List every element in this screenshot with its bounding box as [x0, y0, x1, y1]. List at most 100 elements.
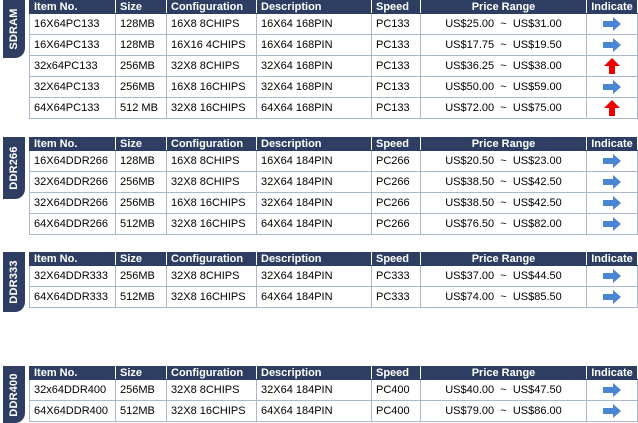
- arrow-right-icon[interactable]: [602, 38, 622, 52]
- section-tab: DDR333: [3, 252, 25, 312]
- cell-item: 64X64DDR400: [29, 400, 116, 422]
- cell-speed: PC400: [371, 400, 421, 422]
- arrow-right-icon[interactable]: [602, 404, 622, 418]
- cell-config: 32X8 16CHIPS: [166, 286, 257, 308]
- price-low: US$74.00: [445, 291, 495, 303]
- price-high: US$42.50: [512, 176, 562, 188]
- header-size: Size: [115, 366, 167, 380]
- arrow-right-icon[interactable]: [602, 175, 622, 189]
- header-desc: Description: [256, 137, 372, 151]
- price-low: US$20.50: [445, 155, 495, 167]
- cell-indicate[interactable]: [586, 55, 638, 77]
- cell-item: 16X64PC133: [29, 13, 116, 35]
- section-tab: SDRAM: [3, 0, 25, 58]
- price-table: Item No. Size Configuration Description …: [29, 137, 638, 235]
- cell-desc: 64X64 168PIN: [256, 97, 372, 119]
- arrow-right-icon[interactable]: [602, 154, 622, 168]
- cell-item: 64X64DDR266: [29, 213, 116, 235]
- table-row: 64X64DDR333 512MB 32X8 16CHIPS 64X64 184PIN…: [29, 286, 638, 308]
- cell-config: 32X8 8CHIPS: [166, 379, 257, 401]
- header-indicate: Indicate: [586, 137, 638, 151]
- cell-desc: 32X64 184PIN: [256, 379, 372, 401]
- cell-item: 32x64PC133: [29, 55, 116, 77]
- price-high: US$19.50: [512, 39, 562, 51]
- cell-size: 512MB: [115, 213, 167, 235]
- price-high: US$85.50: [512, 291, 562, 303]
- price-low: US$36.25: [445, 60, 495, 72]
- cell-indicate[interactable]: [586, 400, 638, 422]
- price-high: US$44.50: [512, 270, 562, 282]
- cell-indicate[interactable]: [586, 171, 638, 193]
- cell-indicate[interactable]: [586, 150, 638, 172]
- cell-speed: PC133: [371, 55, 421, 77]
- cell-item: 32X64DDR266: [29, 171, 116, 193]
- table-row: 64X64PC133 512 MB 32X8 16CHIPS 64X64 168PIN…: [29, 97, 638, 119]
- cell-size: 512MB: [115, 286, 167, 308]
- arrow-right-icon[interactable]: [602, 80, 622, 94]
- cell-item: 32X64PC133: [29, 76, 116, 98]
- cell-indicate[interactable]: [586, 213, 638, 235]
- arrow-right-icon[interactable]: [602, 383, 622, 397]
- price-low: US$50.00: [445, 81, 495, 93]
- cell-indicate[interactable]: [586, 13, 638, 35]
- arrow-right-icon[interactable]: [602, 17, 622, 31]
- section-label: DDR333: [8, 260, 20, 304]
- cell-price: US$50.00 ~ US$59.00: [420, 76, 587, 98]
- header-speed: Speed: [371, 0, 421, 14]
- price-table: Item No. Size Configuration Description …: [29, 252, 638, 308]
- cell-price: US$36.25 ~ US$38.00: [420, 55, 587, 77]
- cell-indicate[interactable]: [586, 76, 638, 98]
- arrow-right-icon[interactable]: [602, 290, 622, 304]
- cell-item: 64X64DDR333: [29, 286, 116, 308]
- arrow-right-icon[interactable]: [602, 269, 622, 283]
- cell-indicate[interactable]: [586, 379, 638, 401]
- header-price: Price Range: [420, 252, 587, 266]
- arrow-right-icon[interactable]: [602, 196, 622, 210]
- cell-price: US$37.00 ~ US$44.50: [420, 265, 587, 287]
- cell-indicate[interactable]: [586, 192, 638, 214]
- price-high: US$86.00: [512, 405, 562, 417]
- table-row: 16X64PC133 128MB 16X16 4CHIPS 16X64 168PIN P…: [29, 34, 638, 56]
- cell-indicate[interactable]: [586, 286, 638, 308]
- table-row: 32X64PC133 256MB 16X8 16CHIPS 32X64 168PIN P…: [29, 76, 638, 98]
- section-label: DDR400: [8, 372, 20, 417]
- header-speed: Speed: [371, 137, 421, 151]
- cell-size: 128MB: [115, 34, 167, 56]
- cell-price: US$79.00 ~ US$86.00: [420, 400, 587, 422]
- cell-size: 512 MB: [115, 97, 167, 119]
- table-row: 16X64PC133 128MB 16X8 8CHIPS 16X64 168PIN PC…: [29, 13, 638, 35]
- cell-size: 256MB: [115, 379, 167, 401]
- cell-size: 512MB: [115, 400, 167, 422]
- header-config: Configuration: [166, 252, 257, 266]
- header-indicate: Indicate: [586, 366, 638, 380]
- cell-config: 32X8 8CHIPS: [166, 265, 257, 287]
- cell-config: 16X8 16CHIPS: [166, 192, 257, 214]
- price-high: US$38.00: [512, 60, 562, 72]
- arrow-up-icon[interactable]: [603, 58, 621, 74]
- price-high: US$42.50: [512, 197, 562, 209]
- cell-config: 16X8 8CHIPS: [166, 13, 257, 35]
- arrow-right-icon[interactable]: [602, 217, 622, 231]
- price-low: US$40.00: [445, 384, 495, 396]
- cell-speed: PC333: [371, 286, 421, 308]
- price-high: US$47.50: [512, 384, 562, 396]
- cell-speed: PC400: [371, 379, 421, 401]
- cell-item: 16X64PC133: [29, 34, 116, 56]
- cell-price: US$76.50 ~ US$82.00: [420, 213, 587, 235]
- arrow-up-icon[interactable]: [603, 100, 621, 116]
- cell-speed: PC133: [371, 13, 421, 35]
- cell-indicate[interactable]: [586, 34, 638, 56]
- price-low: US$72.00: [445, 102, 495, 114]
- price-low: US$17.75: [445, 39, 495, 51]
- cell-desc: 32X64 168PIN: [256, 76, 372, 98]
- cell-price: US$38.50 ~ US$42.50: [420, 192, 587, 214]
- cell-desc: 16X64 184PIN: [256, 150, 372, 172]
- cell-config: 32X8 8CHIPS: [166, 171, 257, 193]
- cell-size: 128MB: [115, 13, 167, 35]
- cell-indicate[interactable]: [586, 97, 638, 119]
- price-high: US$31.00: [512, 18, 562, 30]
- header-desc: Description: [256, 252, 372, 266]
- cell-size: 128MB: [115, 150, 167, 172]
- cell-indicate[interactable]: [586, 265, 638, 287]
- cell-config: 32X8 16CHIPS: [166, 213, 257, 235]
